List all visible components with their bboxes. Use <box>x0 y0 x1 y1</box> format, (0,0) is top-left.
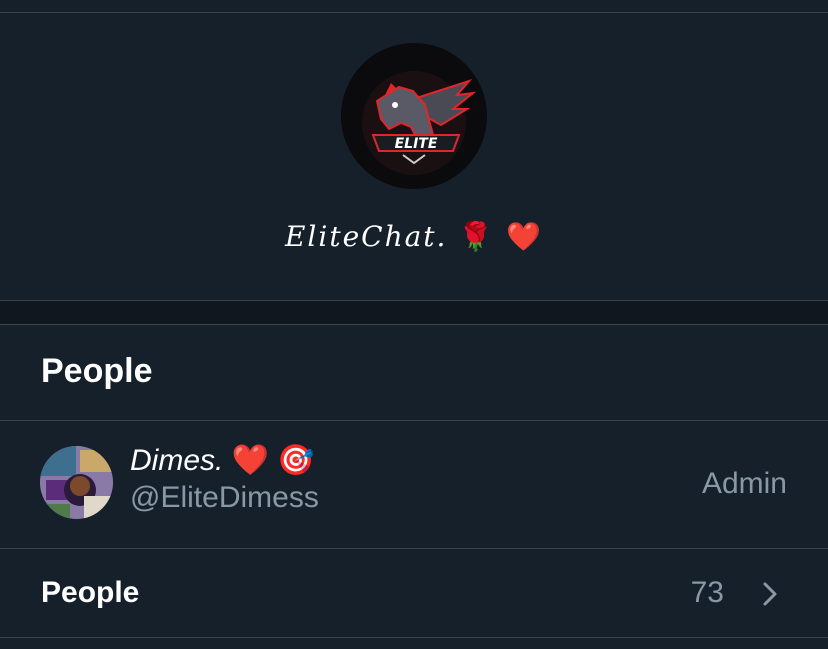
people-count: 73 <box>690 576 724 609</box>
section-divider <box>0 324 828 325</box>
group-name: EliteChat. 🌹 ❤️ <box>0 220 828 253</box>
member-name-emoji: ❤️ 🎯 <box>231 444 315 477</box>
avatar-image <box>40 446 113 519</box>
member-avatar[interactable] <box>40 446 113 519</box>
logo-text: ELITE <box>395 136 438 152</box>
people-row-label: People <box>41 576 140 609</box>
chevron-right-icon <box>763 582 777 606</box>
member-name-text: Dimes. <box>130 444 224 477</box>
group-header: ELITE EliteChat. 🌹 ❤️ <box>0 13 828 300</box>
bottom-divider <box>0 637 828 638</box>
section-gap <box>0 301 828 324</box>
group-name-emoji: 🌹 ❤️ <box>458 220 544 253</box>
people-section-title: People <box>41 352 153 390</box>
people-list-row[interactable]: People 73 <box>0 549 828 637</box>
pegasus-logo-icon: ELITE <box>341 43 487 189</box>
member-role-badge: Admin <box>701 467 787 500</box>
member-handle: @EliteDimess <box>130 481 319 514</box>
member-name: Dimes. ❤️ 🎯 <box>130 443 315 478</box>
group-name-text: EliteChat. <box>284 220 448 253</box>
group-avatar[interactable]: ELITE <box>341 43 487 189</box>
member-row[interactable]: Dimes. ❤️ 🎯 @EliteDimess Admin <box>0 421 828 548</box>
